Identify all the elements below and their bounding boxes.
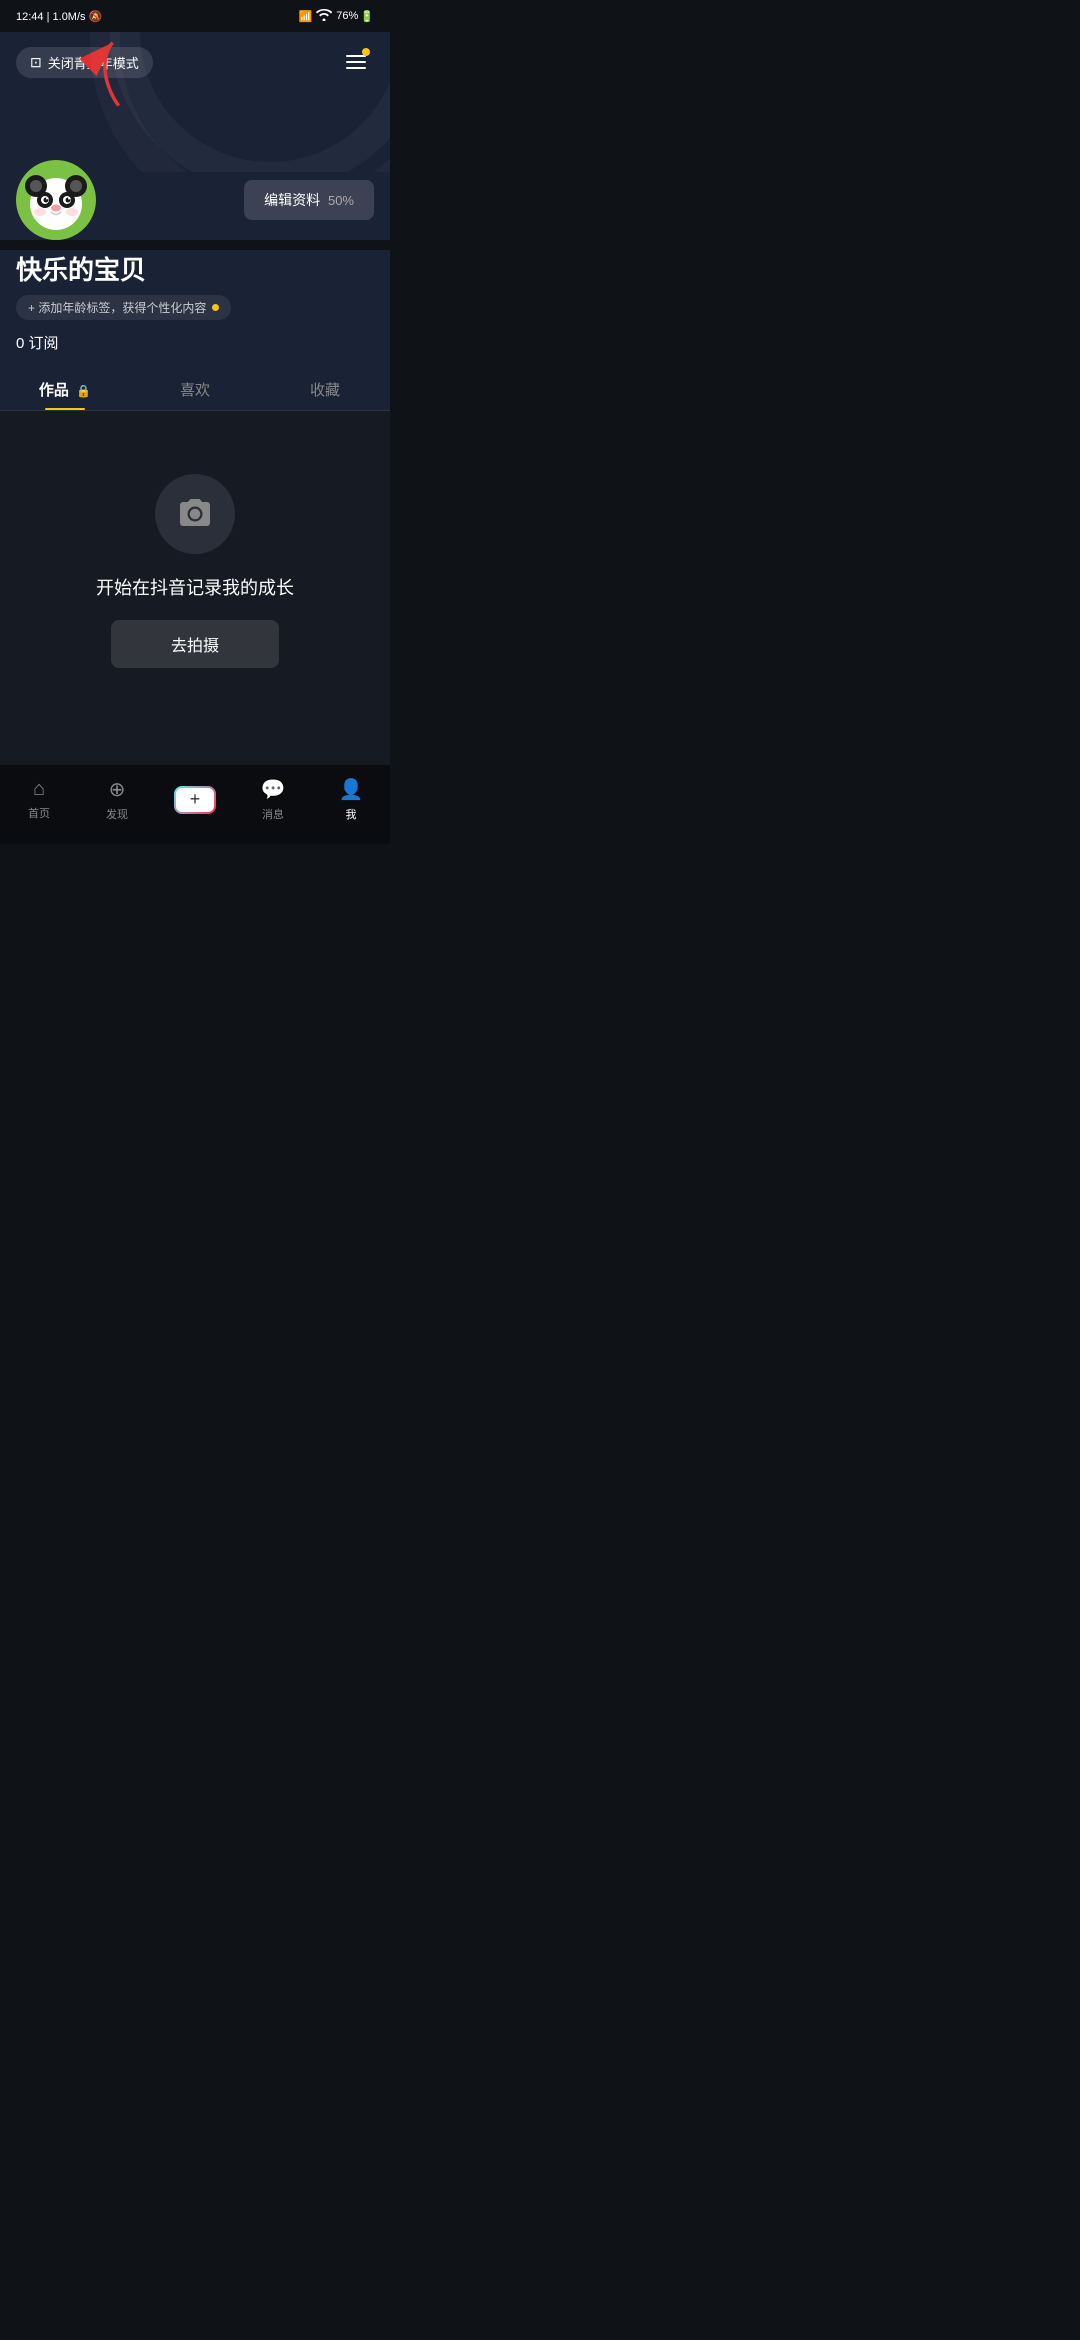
nav-messages[interactable]: 💬 消息: [234, 777, 312, 822]
edit-profile-percent: 50%: [328, 193, 354, 208]
edit-profile-label: 编辑资料: [264, 192, 320, 208]
avatar: [16, 160, 96, 240]
header-top-bar: ⊡ 关闭青少年模式: [0, 32, 390, 88]
battery-icon: 76% 🔋: [336, 10, 374, 23]
plus-button[interactable]: +: [172, 784, 218, 816]
username: 快乐的宝贝: [0, 250, 390, 287]
age-tag-button[interactable]: + 添加年龄标签，获得个性化内容: [16, 295, 231, 320]
age-tag-label: + 添加年龄标签，获得个性化内容: [28, 299, 206, 316]
tab-works[interactable]: 作品 🔒: [0, 365, 130, 410]
status-time: 12:44: [16, 11, 44, 23]
empty-state-title: 开始在抖音记录我的成长: [96, 574, 294, 600]
edit-profile-button[interactable]: 编辑资料 50%: [244, 180, 374, 220]
nav-me[interactable]: 👤 我: [312, 777, 390, 822]
youth-mode-button[interactable]: ⊡ 关闭青少年模式: [16, 47, 153, 78]
discover-icon: ⊕: [109, 777, 126, 802]
tab-favorites-label: 收藏: [310, 382, 340, 399]
shoot-button[interactable]: 去拍摄: [111, 620, 279, 668]
menu-notification-dot: [362, 48, 370, 56]
tabs-section: 作品 🔒 喜欢 收藏: [0, 365, 390, 411]
profile-top-row: 编辑资料 50%: [16, 172, 374, 240]
status-icons: 📶 76% 🔋: [299, 9, 374, 24]
me-icon: 👤: [339, 777, 364, 802]
panda-avatar-svg: [20, 164, 92, 236]
content-area: 开始在抖音记录我的成长 去拍摄: [0, 411, 390, 731]
lock-icon: 🔒: [76, 384, 91, 398]
tab-favorites[interactable]: 收藏: [260, 365, 390, 410]
status-network: 1.0M/s: [53, 11, 86, 23]
menu-line-2: [346, 61, 366, 63]
tab-likes[interactable]: 喜欢: [130, 365, 260, 410]
signal-icon: 📶: [299, 10, 313, 23]
youth-mode-icon: ⊡: [30, 54, 42, 71]
nav-me-label: 我: [346, 806, 357, 822]
message-icon: 💬: [261, 777, 286, 802]
status-bar: 12:44 | 1.0M/s 🔕 📶 76% 🔋: [0, 0, 390, 32]
nav-messages-label: 消息: [262, 806, 284, 822]
home-icon: ⌂: [33, 778, 45, 801]
menu-button[interactable]: [338, 44, 374, 80]
header-area: ⊡ 关闭青少年模式: [0, 32, 390, 172]
profile-section: 编辑资料 50%: [0, 172, 390, 240]
nav-plus[interactable]: +: [156, 784, 234, 816]
youth-mode-label: 关闭青少年模式: [48, 53, 139, 72]
wifi-icon: [316, 9, 332, 24]
nav-home[interactable]: ⌂ 首页: [0, 778, 78, 821]
plus-icon: +: [176, 788, 214, 812]
subscribe-count: 0 订阅: [0, 328, 390, 365]
bottom-nav: ⌂ 首页 ⊕ 发现 + 💬 消息 👤 我: [0, 764, 390, 844]
nav-discover[interactable]: ⊕ 发现: [78, 777, 156, 822]
camera-icon: [177, 496, 213, 532]
avatar-container[interactable]: [16, 160, 96, 240]
nav-home-label: 首页: [28, 805, 50, 821]
tab-likes-label: 喜欢: [180, 382, 210, 399]
status-time-network: 12:44 | 1.0M/s 🔕: [16, 10, 102, 23]
menu-line-3: [346, 67, 366, 69]
tab-works-label: 作品: [39, 382, 69, 399]
nav-discover-label: 发现: [106, 806, 128, 822]
camera-circle: [155, 474, 235, 554]
age-tag-dot: [212, 304, 219, 311]
